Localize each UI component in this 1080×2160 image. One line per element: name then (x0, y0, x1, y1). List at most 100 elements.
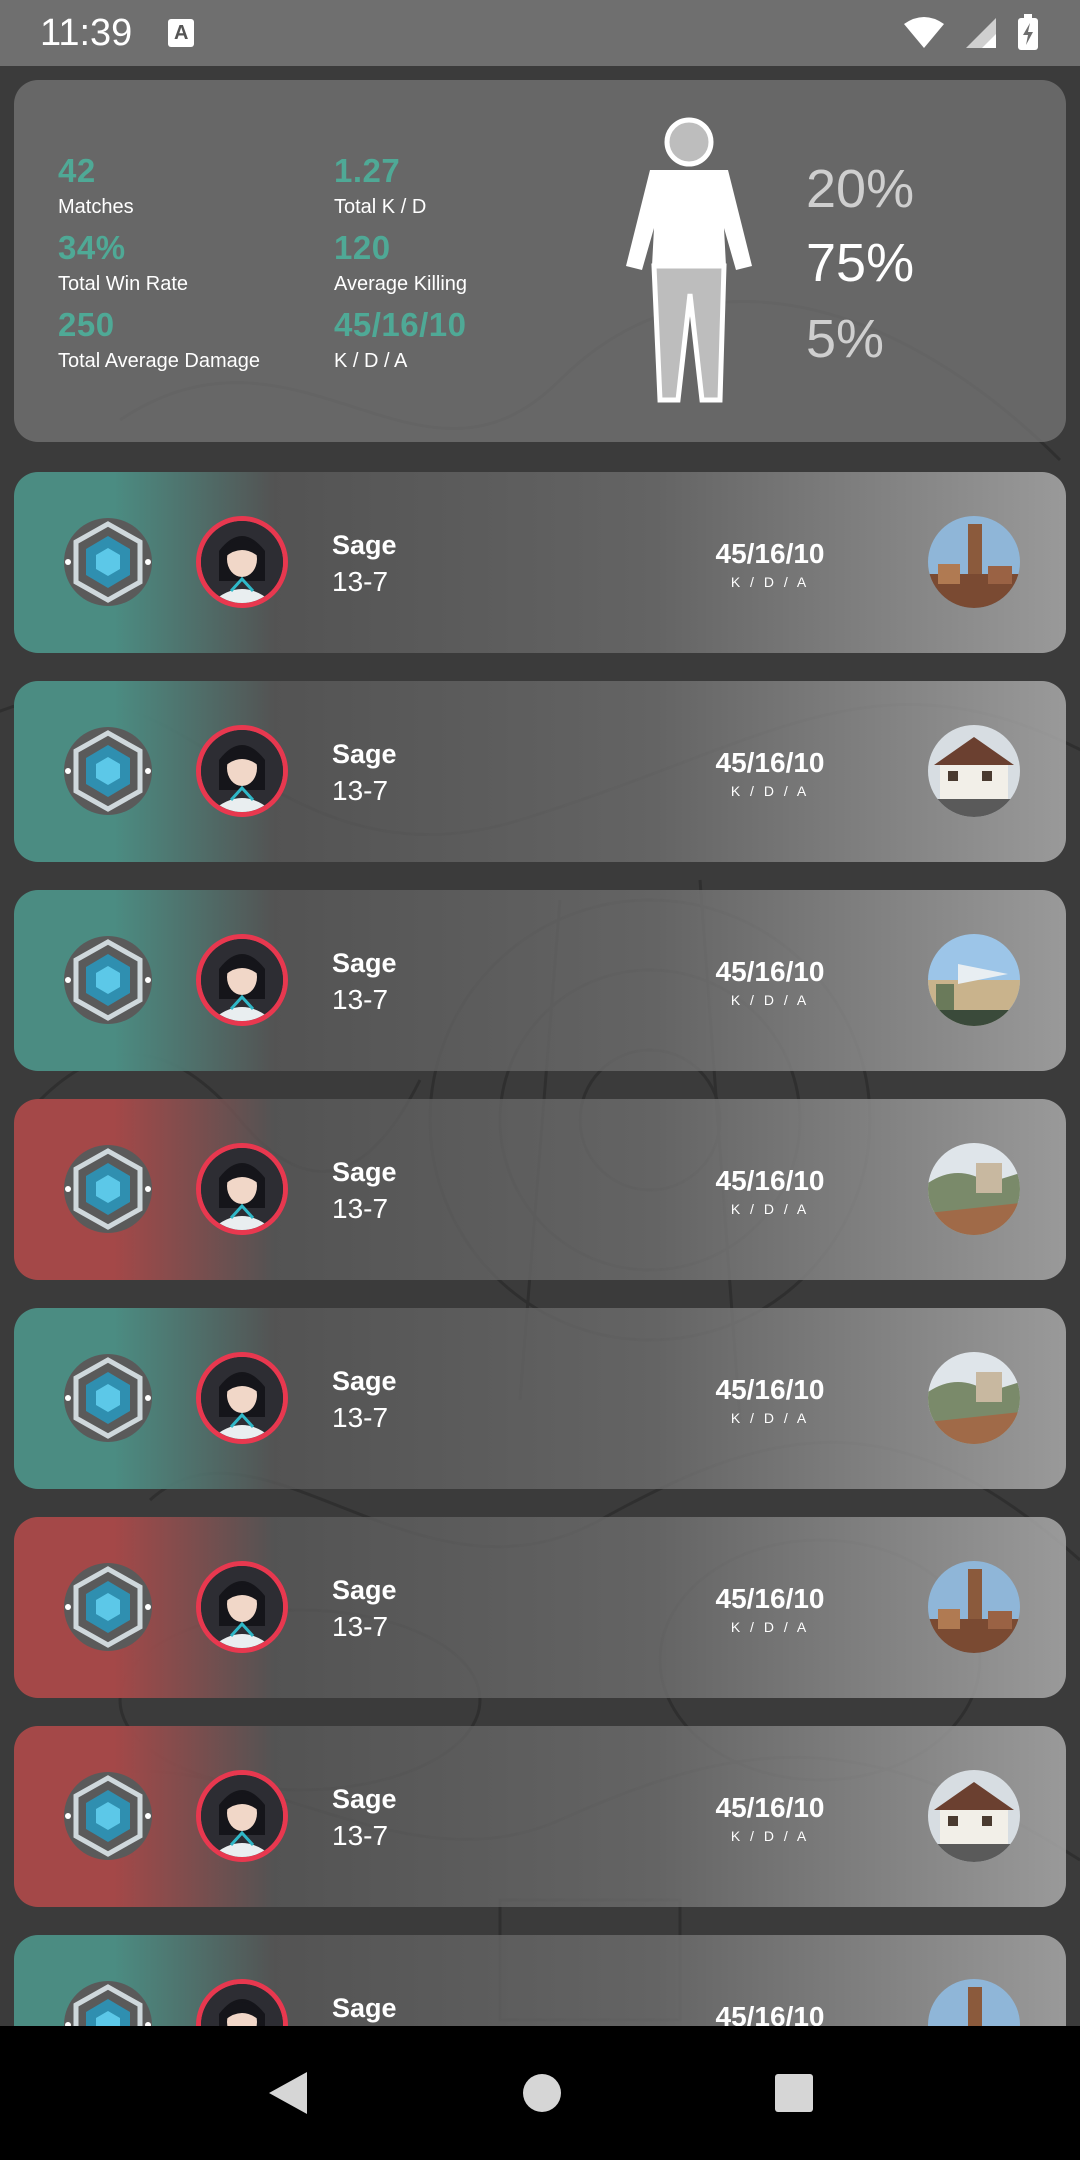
cliff-map-thumbnail (928, 1352, 1020, 1444)
row-background (14, 1517, 1066, 1698)
match-score: 13-7 (332, 1611, 389, 1642)
status-bar: 11:39 A (0, 0, 1080, 66)
kda-label: K / D / A (730, 1619, 810, 1635)
rank-icon (64, 1354, 152, 1442)
stat-kda: 45/16/10 K / D / A (334, 306, 466, 373)
rank-icon (64, 1563, 152, 1651)
back-icon[interactable] (265, 2068, 311, 2118)
match-row[interactable]: Sage 13-7 45/16/10 K / D / A (14, 1726, 1066, 1907)
agent-name: Sage (332, 1993, 397, 2023)
signal-icon (966, 18, 996, 48)
agent-portrait-icon (201, 1775, 283, 1857)
stat-value: 45/16/10 (334, 306, 467, 343)
stat-value: 1.27 (334, 152, 401, 189)
wifi-icon (904, 17, 944, 48)
agent-portrait-icon (201, 730, 283, 812)
kda-value: 45/16/10 (715, 956, 825, 987)
agent-avatar (196, 516, 288, 608)
kda-label: K / D / A (730, 574, 810, 590)
kda-value: 45/16/10 (715, 747, 825, 778)
agent-name: Sage (332, 1157, 397, 1187)
match-row[interactable]: Sage 13-7 45/16/10 K / D / A (14, 472, 1066, 653)
row-background (14, 681, 1066, 862)
recents-icon[interactable] (773, 2072, 815, 2114)
house-map-thumbnail (928, 1770, 1020, 1862)
status-icons (902, 14, 1040, 52)
navigation-bar (0, 2026, 1080, 2160)
stat-label: Total Average Damage (58, 350, 260, 372)
stat-label: Average Killing (334, 273, 468, 295)
stat-value: 34% (58, 229, 126, 266)
agent-portrait-icon (201, 1357, 283, 1439)
stat-label: Total Win Rate (58, 273, 189, 295)
match-score: 13-7 (332, 984, 389, 1015)
stat-value: 250 (58, 306, 115, 343)
agent-avatar (196, 934, 288, 1026)
agent-name: Sage (332, 530, 397, 560)
rank-icon (64, 518, 152, 606)
tower-map-thumbnail (928, 516, 1020, 608)
agent-name: Sage (332, 1784, 397, 1814)
cliff-map-thumbnail (928, 1143, 1020, 1235)
agent-name: Sage (332, 1575, 397, 1605)
beach-map-thumbnail (928, 934, 1020, 1026)
match-row[interactable]: Sage 13-7 45/16/10 K / D / A (14, 1517, 1066, 1698)
kda-label: K / D / A (730, 992, 810, 1008)
agent-name: Sage (332, 1366, 397, 1396)
row-background (14, 1308, 1066, 1489)
match-row[interactable]: Sage 13-7 45/16/10 K / D / A (14, 681, 1066, 862)
match-score: 13-7 (332, 566, 389, 597)
row-background (14, 890, 1066, 1071)
kda-value: 45/16/10 (715, 1583, 825, 1614)
stat-matches: 42 Matches (58, 152, 134, 219)
match-list: Sage 13-7 45/16/10 K / D / A Sage 13-7 4… (14, 472, 1066, 2144)
house-map-thumbnail (928, 725, 1020, 817)
battery-charging-icon (1018, 14, 1038, 50)
match-row[interactable]: Sage 13-7 45/16/10 K / D / A (14, 890, 1066, 1071)
agent-avatar (196, 1352, 288, 1444)
agent-portrait-icon (201, 939, 283, 1021)
a-icon: A (168, 19, 195, 47)
match-row[interactable]: Sage 13-7 45/16/10 K / D / A (14, 1099, 1066, 1280)
stat-label: K / D / A (334, 350, 408, 372)
body-figure-icon (626, 117, 752, 403)
agent-portrait-icon (201, 1566, 283, 1648)
match-row[interactable]: Sage 13-7 45/16/10 K / D / A (14, 1308, 1066, 1489)
kda-label: K / D / A (730, 1201, 810, 1217)
agent-avatar (196, 1143, 288, 1235)
rank-icon (64, 936, 152, 1024)
agent-portrait-icon (201, 521, 283, 603)
agent-avatar (196, 725, 288, 817)
kda-value: 45/16/10 (715, 1165, 825, 1196)
agent-avatar (196, 1561, 288, 1653)
summary-card: 42 Matches 1.27 Total K / D 34% Total Wi… (14, 80, 1066, 442)
stat-win-rate: 34% Total Win Rate (58, 229, 188, 296)
rank-icon (64, 1145, 152, 1233)
row-background (14, 1726, 1066, 1907)
home-icon[interactable] (521, 2072, 563, 2114)
match-score: 13-7 (332, 775, 389, 806)
row-background (14, 472, 1066, 653)
stat-average-damage: 250 Total Average Damage (58, 306, 260, 373)
kda-label: K / D / A (730, 1828, 810, 1844)
match-score: 13-7 (332, 1820, 389, 1851)
match-score: 13-7 (332, 1193, 389, 1224)
rank-icon (64, 727, 152, 815)
stat-value: 42 (58, 152, 96, 189)
rank-icon (64, 1772, 152, 1860)
stat-total-kd: 1.27 Total K / D (334, 152, 426, 219)
legs-percent: 5% (806, 309, 885, 369)
stat-label: Total K / D (334, 196, 427, 218)
agent-name: Sage (332, 948, 397, 978)
tower-map-thumbnail (928, 1561, 1020, 1653)
kda-value: 45/16/10 (715, 1792, 825, 1823)
stat-label: Matches (58, 196, 134, 218)
kda-value: 45/16/10 (715, 538, 825, 569)
kda-label: K / D / A (730, 1410, 810, 1426)
match-score: 13-7 (332, 1402, 389, 1433)
agent-avatar (196, 1770, 288, 1862)
kda-label: K / D / A (730, 783, 810, 799)
head-percent: 20% (806, 159, 915, 219)
stat-average-killing: 120 Average Killing (334, 229, 467, 296)
kda-value: 45/16/10 (715, 1374, 825, 1405)
